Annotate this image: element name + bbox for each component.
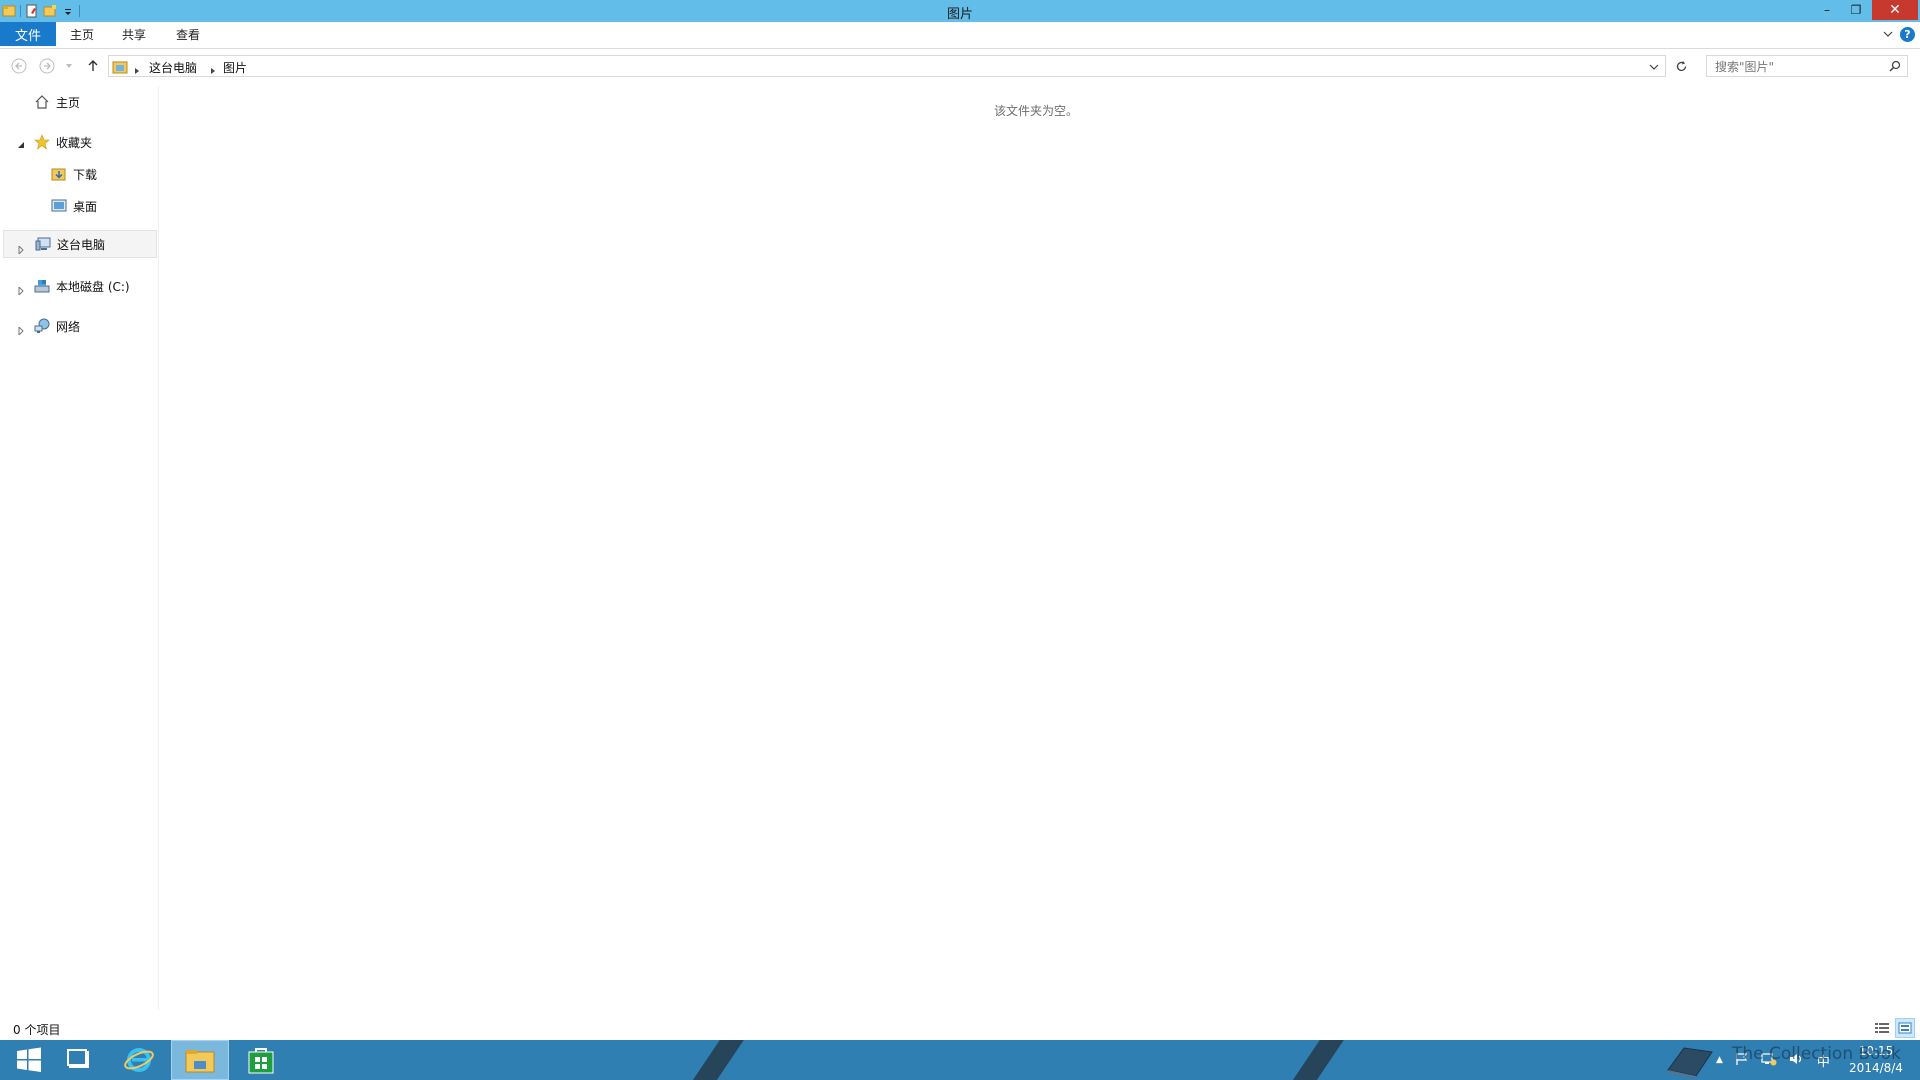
details-view-button[interactable] — [1872, 1018, 1892, 1038]
nav-item-label: 主页 — [56, 95, 81, 110]
address-bar[interactable]: 这台电脑 图片 — [108, 55, 1666, 77]
restore-icon: ❐ — [1850, 3, 1862, 17]
nav-item-label: 网络 — [56, 319, 81, 334]
expand-arrow-icon[interactable] — [17, 284, 25, 297]
back-button[interactable] — [10, 57, 28, 75]
downloads-folder-icon — [51, 166, 67, 182]
show-hidden-icons-button[interactable]: ▲ — [1716, 1055, 1723, 1065]
close-icon: ✕ — [1889, 2, 1901, 18]
local-disk-icon — [34, 278, 50, 294]
desktop-window-icon — [67, 1049, 89, 1068]
address-history-chevron-icon[interactable] — [1649, 61, 1659, 75]
breadcrumb-this-pc[interactable]: 这台电脑 — [149, 59, 197, 76]
expand-ribbon-chevron-icon[interactable] — [1882, 28, 1894, 40]
title-bar[interactable]: 图片 – ❐ ✕ — [0, 0, 1920, 22]
star-icon — [34, 134, 50, 150]
nav-item-label: 收藏夹 — [56, 135, 93, 150]
windows-logo-icon — [17, 1047, 41, 1072]
item-count: 0 个项目 — [13, 1023, 61, 1037]
search-icon[interactable] — [1889, 60, 1901, 72]
internet-explorer-icon — [124, 1048, 154, 1072]
taskbar: ▲ 中 10:15 2014/8/4 — [0, 1040, 1920, 1080]
minimize-button[interactable]: – — [1814, 0, 1840, 20]
nav-item-desktop[interactable]: 桌面 — [51, 192, 97, 220]
window-title: 图片 — [946, 7, 973, 22]
wallpaper-stripe — [1283, 1040, 1351, 1080]
tab-share[interactable]: 共享 — [122, 26, 146, 43]
book-logo — [1664, 1040, 1716, 1080]
help-icon[interactable]: ? — [1900, 27, 1915, 42]
network-icon — [34, 318, 50, 334]
tab-file[interactable]: 文件 — [0, 22, 56, 46]
taskbar-file-explorer[interactable] — [171, 1040, 229, 1080]
nav-item-label: 下载 — [73, 167, 98, 182]
up-button[interactable] — [84, 57, 102, 75]
nav-item-favorites[interactable]: 收藏夹 — [34, 128, 92, 156]
nav-item-label: 这台电脑 — [57, 237, 106, 252]
empty-folder-message: 该文件夹为空。 — [993, 104, 1078, 118]
show-desktop-button[interactable] — [50, 1040, 108, 1080]
refresh-button[interactable] — [1670, 55, 1692, 77]
search-box[interactable] — [1706, 55, 1908, 77]
nav-item-this-pc[interactable]: 这台电脑 — [3, 230, 157, 258]
nav-item-local-disk[interactable]: 本地磁盘 (C:) — [34, 272, 130, 300]
search-input[interactable] — [1713, 57, 1887, 77]
file-explorer-icon — [185, 1050, 215, 1073]
taskbar-internet-explorer[interactable] — [110, 1040, 168, 1080]
desktop-icon — [51, 198, 67, 214]
nav-item-downloads[interactable]: 下载 — [51, 160, 97, 188]
expand-arrow-icon[interactable] — [17, 324, 25, 337]
nav-item-network[interactable]: 网络 — [34, 312, 80, 340]
forward-button[interactable] — [38, 57, 56, 75]
store-bag-icon — [248, 1048, 274, 1074]
recent-locations-dropdown-icon[interactable] — [64, 57, 74, 75]
home-icon — [34, 94, 50, 110]
pictures-folder-icon — [112, 59, 128, 78]
breadcrumb-pictures[interactable]: 图片 — [223, 59, 247, 76]
breadcrumb-separator-icon[interactable] — [210, 63, 216, 74]
nav-item-label: 桌面 — [73, 199, 98, 214]
collapse-arrow-icon[interactable] — [17, 138, 25, 148]
large-icons-view-button[interactable] — [1895, 1018, 1915, 1038]
nav-item-label: 本地磁盘 (C:) — [56, 279, 130, 294]
book-logo-icon — [1667, 1047, 1713, 1079]
expand-arrow-icon[interactable] — [17, 243, 25, 256]
minimize-icon: – — [1824, 3, 1830, 17]
status-bar: 0 个项目 — [0, 1016, 1920, 1040]
watermark-text: The Collection Book — [1732, 1044, 1901, 1064]
tab-home[interactable]: 主页 — [70, 26, 94, 43]
close-button[interactable]: ✕ — [1872, 0, 1918, 20]
navigation-pane: 主页 收藏夹 下载 桌面 这台电脑 本地磁盘 (C:) 网络 — [0, 86, 159, 1010]
breadcrumb-separator-icon[interactable] — [134, 63, 140, 74]
wallpaper-stripe — [683, 1040, 751, 1080]
taskbar-store[interactable] — [232, 1040, 290, 1080]
tab-view[interactable]: 查看 — [176, 26, 200, 43]
ribbon-tabs: 文件 主页 共享 查看 ? — [0, 22, 1920, 49]
restore-button[interactable]: ❐ — [1843, 0, 1869, 20]
nav-item-home[interactable]: 主页 — [34, 88, 80, 116]
computer-icon — [35, 236, 51, 252]
